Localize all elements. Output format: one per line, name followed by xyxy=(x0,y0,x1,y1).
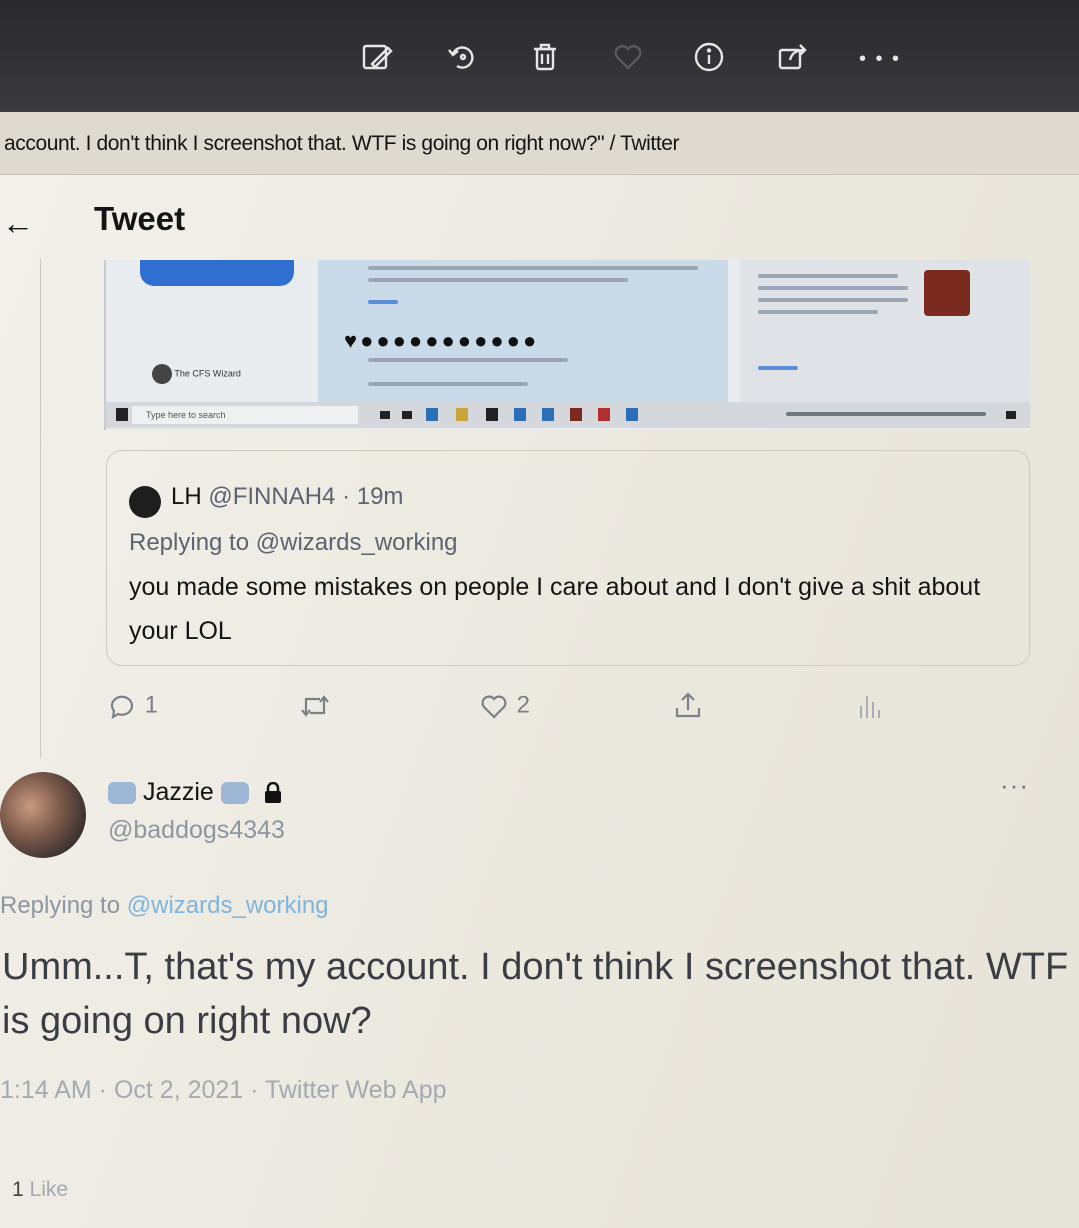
meta-separator: · xyxy=(91,1076,114,1104)
tweet-date[interactable]: Oct 2, 2021 xyxy=(114,1076,243,1104)
meta-separator: · xyxy=(243,1076,265,1104)
screenshot-blue-button xyxy=(140,260,294,286)
heart-icon[interactable] xyxy=(609,40,647,78)
share-button[interactable] xyxy=(672,690,704,722)
replying-to-handle[interactable]: @wizards_working xyxy=(256,529,458,556)
screenshot-search-box: Type here to search xyxy=(132,406,358,424)
avatar[interactable] xyxy=(0,772,86,858)
info-icon[interactable] xyxy=(690,40,728,78)
screenshot-avatar xyxy=(152,364,172,384)
author-handle[interactable]: @baddogs4343 xyxy=(108,816,285,845)
reply-author[interactable]: Jazzie xyxy=(108,778,284,807)
quoted-tweet[interactable]: LH @FINNAH4 · 19m Replying to @wizards_w… xyxy=(106,450,1030,666)
tweet-time[interactable]: 19m xyxy=(357,483,404,510)
reply-icon xyxy=(110,695,134,720)
analytics-icon xyxy=(860,696,880,718)
replying-to-label: Replying to xyxy=(129,529,256,556)
author-name[interactable]: LH xyxy=(171,483,202,510)
share-icon[interactable] xyxy=(774,40,812,78)
likes-label: Like xyxy=(23,1178,69,1201)
tweet-time[interactable]: 1:14 AM xyxy=(0,1076,92,1104)
edit-image-icon[interactable] xyxy=(358,40,396,78)
replying-to-handle[interactable]: @wizards_working xyxy=(127,892,329,919)
tweet-metadata: 1:14 AM · Oct 2, 2021 · Twitter Web App xyxy=(0,1076,447,1105)
window-title-bar: account. I don't think I screenshot that… xyxy=(0,112,1079,175)
screenshot-emoji-row: ♥●●●●●●●●●●● xyxy=(344,328,540,353)
retweet-button[interactable] xyxy=(298,690,332,722)
window-title: account. I don't think I screenshot that… xyxy=(4,132,680,155)
likes-count: 1 xyxy=(12,1178,24,1201)
replying-to-label: Replying to xyxy=(0,892,127,919)
reply-count: 1 xyxy=(144,691,159,719)
quoted-tweet-text: you made some mistakes on people I care … xyxy=(129,573,981,645)
author-name: Jazzie xyxy=(142,778,214,806)
trash-icon[interactable] xyxy=(526,40,564,78)
author-handle[interactable]: @FINNAH4 xyxy=(208,483,335,510)
screenshot-thumbnail xyxy=(924,270,970,316)
more-options-icon[interactable]: ··· xyxy=(1000,770,1029,801)
heart-icon xyxy=(481,695,507,719)
likes-stat[interactable]: 1 Like xyxy=(12,1178,68,1202)
rotate-icon[interactable] xyxy=(443,40,481,78)
emoji-icon xyxy=(220,782,249,805)
replying-to: Replying to @wizards_working xyxy=(0,892,329,920)
analytics-button[interactable] xyxy=(856,690,884,722)
quoted-tweet-header: LH @FINNAH4 · 19m xyxy=(171,483,403,511)
tweet-source[interactable]: Twitter Web App xyxy=(265,1076,447,1104)
screenshot-account-name: The CFS Wizard xyxy=(174,368,241,379)
more-icon[interactable]: • • • xyxy=(850,40,910,78)
screenshot-taskbar: Type here to search xyxy=(106,402,1030,428)
reply-button[interactable]: 1 xyxy=(106,690,158,722)
tweet-media-image[interactable]: ♥●●●●●●●●●●● The CFS Wizard Type here to… xyxy=(104,260,1030,430)
like-button[interactable]: 2 xyxy=(478,690,530,722)
viewer-toolbar: • • • xyxy=(0,0,1079,112)
lock-icon xyxy=(264,782,281,804)
screenshot-side-panel xyxy=(740,260,1030,402)
like-count: 2 xyxy=(516,691,531,719)
screenshot-account: The CFS Wizard xyxy=(152,364,241,384)
retweet-icon xyxy=(301,695,329,717)
share-arrow-icon xyxy=(675,692,701,718)
back-arrow-icon[interactable]: ← xyxy=(2,205,34,241)
page-title: Tweet xyxy=(94,200,186,237)
meta-separator: · xyxy=(335,483,357,510)
replying-to: Replying to @wizards_working xyxy=(129,529,458,557)
avatar[interactable] xyxy=(129,486,161,518)
tweet-text: Umm...T, that's my account. I don't thin… xyxy=(2,946,1069,1042)
thread-line xyxy=(40,258,41,758)
emoji-icon xyxy=(108,782,136,805)
